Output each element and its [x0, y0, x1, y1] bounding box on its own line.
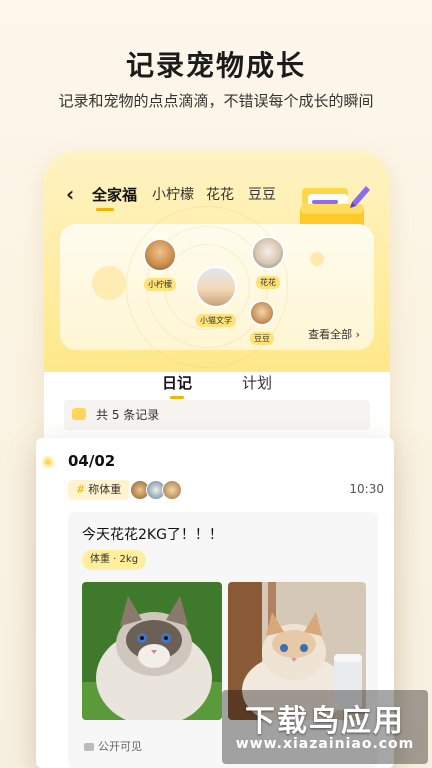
- hero-subtitle: 记录和宠物的点点滴滴，不错误每个成长的瞬间: [58, 92, 374, 110]
- tab-family[interactable]: 全家福: [92, 184, 137, 205]
- member-lemon[interactable]: 小柠檬: [140, 238, 180, 291]
- record-date: 04/02: [68, 452, 116, 470]
- avatar: [195, 266, 237, 308]
- cat-photo[interactable]: [82, 582, 222, 720]
- avatar: [251, 236, 285, 270]
- member-doudou[interactable]: 豆豆: [242, 300, 282, 345]
- decor-bubble: [310, 252, 324, 266]
- record-icon: [72, 408, 86, 420]
- tab-active-indicator: [170, 396, 184, 399]
- back-icon[interactable]: ‹: [66, 182, 86, 206]
- record-time: 10:30: [349, 482, 384, 496]
- member-name: 小柠檬: [144, 278, 176, 291]
- decor-bubble: [92, 266, 126, 300]
- privacy-status[interactable]: 公开可见: [84, 738, 142, 754]
- tab-lemon[interactable]: 小柠檬: [152, 184, 194, 204]
- member-name: 花花: [256, 276, 280, 289]
- tab-huahua[interactable]: 花花: [206, 184, 234, 204]
- avatar: [162, 480, 182, 500]
- tab-doudou[interactable]: 豆豆: [248, 184, 276, 204]
- watermark-url: www.xiazainiao.com: [235, 736, 415, 752]
- tab-diary[interactable]: 日记: [162, 372, 192, 393]
- record-tag[interactable]: # 称体重: [68, 480, 130, 500]
- family-avatar-panel: 小柠檬 花花 小猫文学 豆豆 查看全部 ›: [60, 206, 374, 368]
- tag-label: 称体重: [88, 483, 122, 496]
- timeline-dot: [42, 456, 54, 468]
- member-owner[interactable]: 小猫文学: [190, 266, 242, 327]
- avatar: [143, 238, 177, 272]
- watermark-title: 下载鸟应用: [245, 704, 405, 739]
- watermark: 下载鸟应用 www.xiazainiao.com: [222, 690, 428, 764]
- lock-icon: [84, 743, 94, 751]
- avatar: [249, 300, 275, 326]
- entry-title: 今天花花2KG了！！！: [82, 527, 223, 543]
- hero-title: 记录宠物成长: [125, 49, 306, 82]
- pet-tab-bar: ‹ 全家福 小柠檬 花花 豆豆: [44, 180, 390, 242]
- member-name: 豆豆: [250, 332, 274, 345]
- privacy-label: 公开可见: [98, 740, 142, 753]
- records-count-bar: 共 5 条记录: [64, 400, 370, 430]
- records-count: 共 5 条记录: [96, 408, 160, 422]
- member-huahua[interactable]: 花花: [248, 236, 288, 289]
- view-all-link[interactable]: 查看全部 ›: [308, 326, 360, 342]
- hash-icon: #: [76, 483, 86, 496]
- tab-plan[interactable]: 计划: [242, 372, 272, 393]
- tab-active-indicator: [96, 208, 114, 211]
- weight-badge: 体重 · 2kg: [82, 550, 147, 570]
- member-name: 小猫文学: [196, 314, 236, 327]
